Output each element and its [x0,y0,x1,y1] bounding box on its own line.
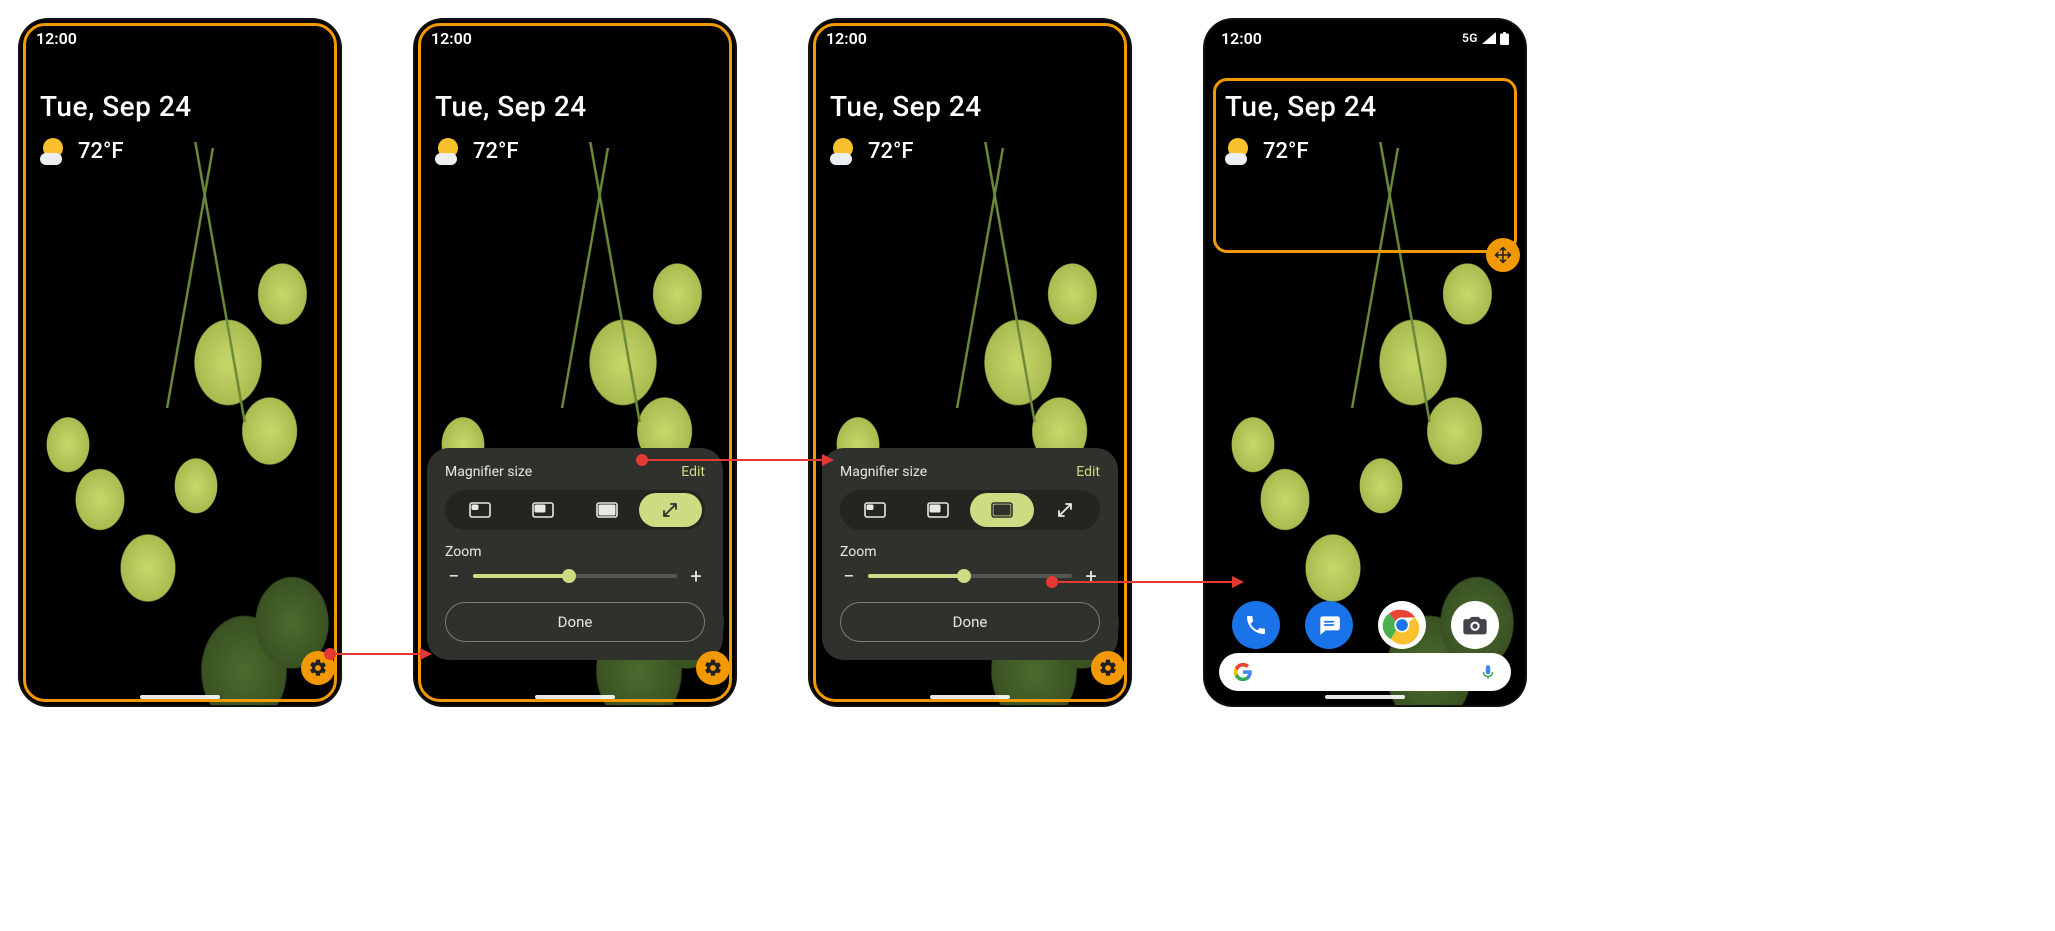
zoom-slider[interactable] [868,574,1072,578]
size-option-fullscreen[interactable] [1034,493,1098,527]
size-option-medium[interactable] [907,493,971,527]
weather-widget[interactable]: 72°F [40,137,320,165]
weather-icon [1225,137,1253,165]
status-bar: 12:00 5G [1205,20,1525,56]
network-label: 5G [1462,31,1478,45]
messages-icon [1316,612,1342,638]
weather-temp: 72°F [473,139,519,164]
status-time: 12:00 [826,29,867,48]
status-time: 12:00 [36,29,77,48]
date-widget[interactable]: Tue, Sep 24 [40,90,320,123]
phone-screen-4: 12:00 5G Tue, Sep 24 72°F [1205,20,1525,705]
step-arrow-2 [634,440,834,480]
weather-icon [435,137,463,165]
google-logo-icon [1233,662,1253,682]
move-icon [1493,245,1513,265]
weather-icon [40,137,68,165]
phone-icon [1244,613,1268,637]
google-search-bar[interactable] [1219,653,1511,691]
home-content: Tue, Sep 24 72°F [20,20,340,705]
magnifier-size-label: Magnifier size [445,464,532,480]
camera-icon [1461,611,1489,639]
weather-icon [830,137,858,165]
size-option-large[interactable] [575,493,639,527]
magnifier-panel: Magnifier size Edit Zoom − [822,448,1118,660]
date-widget[interactable]: Tue, Sep 24 [435,90,715,123]
battery-icon [1500,32,1509,45]
nav-handle[interactable] [140,695,220,699]
size-option-small[interactable] [448,493,512,527]
gear-icon [703,658,723,678]
magnifier-settings-button[interactable] [1091,651,1125,685]
chrome-icon [1382,605,1422,645]
status-time: 12:00 [431,29,472,48]
nav-handle[interactable] [535,695,615,699]
magnifier-size-segmented [445,490,705,530]
weather-widget[interactable]: 72°F [1225,137,1505,165]
done-button[interactable]: Done [445,602,705,642]
app-chrome[interactable] [1378,601,1426,649]
app-dock [1205,601,1525,649]
magnifier-size-segmented [840,490,1100,530]
zoom-minus-button[interactable]: − [840,566,858,586]
zoom-plus-button[interactable]: + [687,566,705,586]
edit-link[interactable]: Edit [1076,464,1100,480]
weather-temp: 72°F [1263,139,1309,164]
size-option-fullscreen[interactable] [639,493,703,527]
phone-screen-1: 12:00 Tue, Sep 24 72°F [20,20,340,705]
weather-widget[interactable]: 72°F [830,137,1110,165]
status-bar: 12:00 [415,20,735,56]
phone-screen-2: 12:00 Tue, Sep 24 72°F Magnifier size Ed… [415,20,735,705]
zoom-slider[interactable] [473,574,677,578]
app-camera[interactable] [1451,601,1499,649]
app-messages[interactable] [1305,601,1353,649]
zoom-label: Zoom [840,544,1100,560]
status-bar: 12:00 [20,20,340,56]
status-bar: 12:00 [810,20,1130,56]
size-option-large[interactable] [970,493,1034,527]
phone-screen-3: 12:00 Tue, Sep 24 72°F Magnifier size Ed… [810,20,1130,705]
weather-temp: 72°F [868,139,914,164]
zoom-minus-button[interactable]: − [445,566,463,586]
gear-icon [1098,658,1118,678]
status-time: 12:00 [1221,29,1262,48]
signal-icon [1482,32,1496,44]
nav-handle[interactable] [1325,695,1405,699]
app-phone[interactable] [1232,601,1280,649]
date-widget[interactable]: Tue, Sep 24 [830,90,1110,123]
magnifier-size-label: Magnifier size [840,464,927,480]
mic-icon[interactable] [1479,663,1497,681]
step-arrow-3 [1044,562,1244,602]
done-button[interactable]: Done [840,602,1100,642]
size-option-medium[interactable] [512,493,576,527]
weather-widget[interactable]: 72°F [435,137,715,165]
magnifier-move-handle[interactable] [1486,238,1520,272]
date-widget[interactable]: Tue, Sep 24 [1225,90,1505,123]
step-arrow-1 [322,634,432,674]
nav-handle[interactable] [930,695,1010,699]
magnifier-settings-button[interactable] [696,651,730,685]
size-option-small[interactable] [843,493,907,527]
zoom-label: Zoom [445,544,705,560]
weather-temp: 72°F [78,139,124,164]
